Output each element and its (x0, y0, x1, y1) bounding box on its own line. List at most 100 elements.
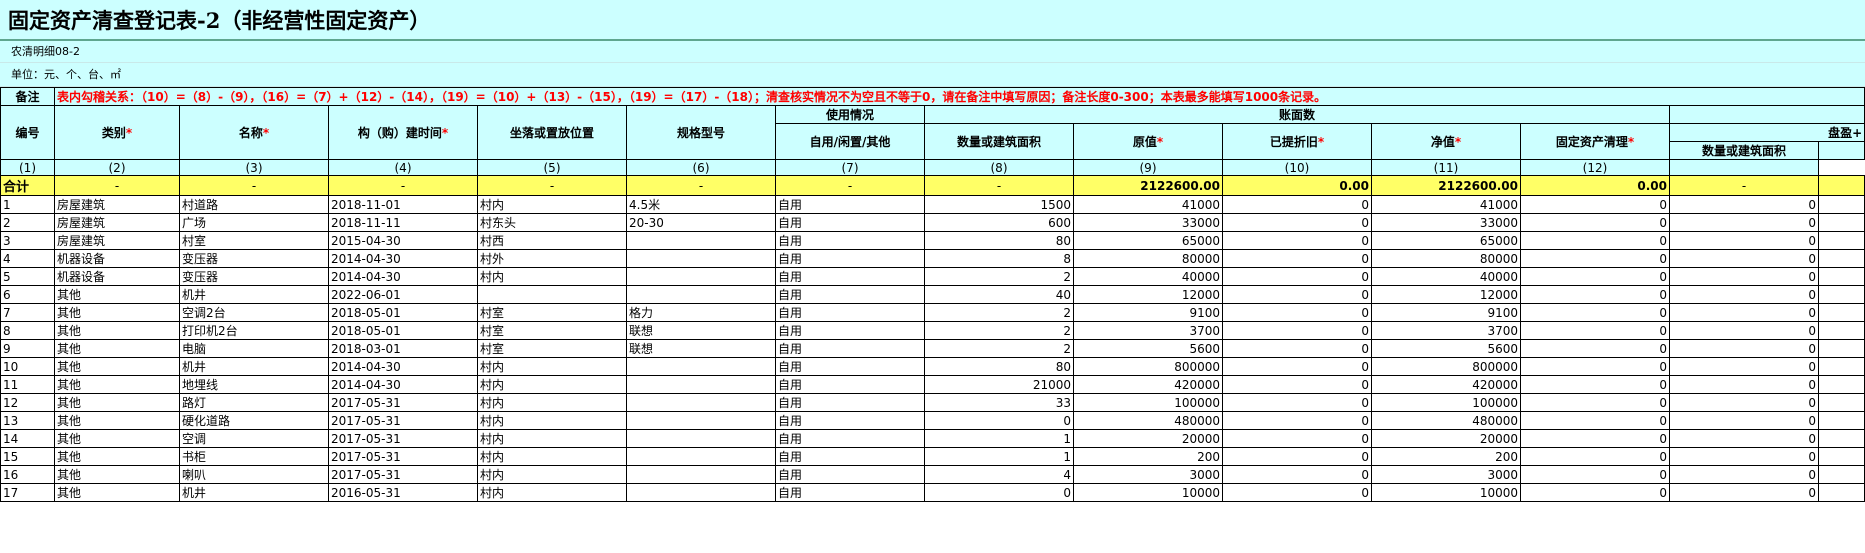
row-name[interactable]: 广场 (179, 213, 329, 232)
row-clearance[interactable]: 0 (1520, 483, 1670, 502)
row-clearance[interactable]: 0 (1520, 393, 1670, 412)
row-original[interactable]: 80000 (1073, 249, 1223, 268)
row-category[interactable]: 其他 (54, 321, 180, 340)
row-build-time[interactable]: 2016-05-31 (328, 483, 478, 502)
row-build-time[interactable]: 2017-05-31 (328, 447, 478, 466)
table-row[interactable]: 7 其他 空调2台 2018-05-01 村室 格力 自用 2 9100 0 9100 0 0 (0, 303, 1865, 322)
row-clearance[interactable]: 0 (1520, 411, 1670, 430)
row-name[interactable]: 变压器 (179, 249, 329, 268)
row-depreciation[interactable]: 0 (1222, 357, 1372, 376)
row-empty-cell[interactable] (1817, 375, 1865, 394)
row-build-time[interactable]: 2017-05-31 (328, 465, 478, 484)
row-surplus-quantity[interactable]: 0 (1669, 411, 1819, 430)
row-usage[interactable]: 自用 (775, 303, 925, 322)
row-surplus-quantity[interactable]: 0 (1669, 321, 1819, 340)
row-quantity[interactable]: 0 (924, 411, 1074, 430)
row-empty-cell[interactable] (1817, 429, 1865, 448)
row-location[interactable]: 村内 (477, 267, 627, 286)
row-no[interactable]: 9 (0, 339, 55, 358)
row-clearance[interactable]: 0 (1520, 357, 1670, 376)
row-category[interactable]: 其他 (54, 303, 180, 322)
row-usage[interactable]: 自用 (775, 375, 925, 394)
row-build-time[interactable]: 2015-04-30 (328, 231, 478, 250)
row-clearance[interactable]: 0 (1520, 465, 1670, 484)
row-depreciation[interactable]: 0 (1222, 213, 1372, 232)
row-no[interactable]: 12 (0, 393, 55, 412)
row-usage[interactable]: 自用 (775, 195, 925, 214)
row-usage[interactable]: 自用 (775, 339, 925, 358)
row-clearance[interactable]: 0 (1520, 213, 1670, 232)
row-original[interactable]: 40000 (1073, 267, 1223, 286)
row-spec[interactable] (626, 249, 776, 268)
row-no[interactable]: 16 (0, 465, 55, 484)
row-depreciation[interactable]: 0 (1222, 393, 1372, 412)
row-usage[interactable]: 自用 (775, 213, 925, 232)
row-no[interactable]: 11 (0, 375, 55, 394)
row-empty-cell[interactable] (1817, 393, 1865, 412)
row-clearance[interactable]: 0 (1520, 267, 1670, 286)
row-surplus-quantity[interactable]: 0 (1669, 249, 1819, 268)
row-location[interactable]: 村室 (477, 303, 627, 322)
row-net[interactable]: 65000 (1371, 231, 1521, 250)
row-category[interactable]: 其他 (54, 483, 180, 502)
row-original[interactable]: 420000 (1073, 375, 1223, 394)
row-empty-cell[interactable] (1817, 339, 1865, 358)
row-surplus-quantity[interactable]: 0 (1669, 393, 1819, 412)
row-depreciation[interactable]: 0 (1222, 429, 1372, 448)
row-location[interactable]: 村内 (477, 375, 627, 394)
row-depreciation[interactable]: 0 (1222, 411, 1372, 430)
row-surplus-quantity[interactable]: 0 (1669, 195, 1819, 214)
row-quantity[interactable]: 4 (924, 465, 1074, 484)
row-build-time[interactable]: 2018-11-01 (328, 195, 478, 214)
row-depreciation[interactable]: 0 (1222, 285, 1372, 304)
row-name[interactable]: 村室 (179, 231, 329, 250)
row-build-time[interactable]: 2018-05-01 (328, 321, 478, 340)
row-category[interactable]: 房屋建筑 (54, 195, 180, 214)
row-name[interactable]: 机井 (179, 483, 329, 502)
row-clearance[interactable]: 0 (1520, 429, 1670, 448)
row-clearance[interactable]: 0 (1520, 321, 1670, 340)
row-empty-cell[interactable] (1817, 285, 1865, 304)
row-clearance[interactable]: 0 (1520, 249, 1670, 268)
table-row[interactable]: 9 其他 电脑 2018-03-01 村室 联想 自用 2 5600 0 5600 0 0 (0, 339, 1865, 358)
row-location[interactable]: 村内 (477, 393, 627, 412)
row-location[interactable]: 村内 (477, 195, 627, 214)
row-depreciation[interactable]: 0 (1222, 303, 1372, 322)
row-spec[interactable] (626, 465, 776, 484)
table-row[interactable]: 17 其他 机井 2016-05-31 村内 自用 0 10000 0 10000 0 0 (0, 483, 1865, 502)
row-usage[interactable]: 自用 (775, 393, 925, 412)
row-spec[interactable] (626, 447, 776, 466)
row-original[interactable]: 800000 (1073, 357, 1223, 376)
row-usage[interactable]: 自用 (775, 285, 925, 304)
row-net[interactable]: 200 (1371, 447, 1521, 466)
row-no[interactable]: 10 (0, 357, 55, 376)
row-net[interactable]: 3000 (1371, 465, 1521, 484)
row-no[interactable]: 6 (0, 285, 55, 304)
row-category[interactable]: 房屋建筑 (54, 231, 180, 250)
row-category[interactable]: 其他 (54, 429, 180, 448)
row-empty-cell[interactable] (1817, 447, 1865, 466)
row-usage[interactable]: 自用 (775, 447, 925, 466)
row-surplus-quantity[interactable]: 0 (1669, 303, 1819, 322)
row-category[interactable]: 其他 (54, 465, 180, 484)
row-usage[interactable]: 自用 (775, 321, 925, 340)
row-quantity[interactable]: 1 (924, 429, 1074, 448)
row-original[interactable]: 65000 (1073, 231, 1223, 250)
row-surplus-quantity[interactable]: 0 (1669, 429, 1819, 448)
row-build-time[interactable]: 2014-04-30 (328, 357, 478, 376)
row-location[interactable]: 村内 (477, 429, 627, 448)
row-depreciation[interactable]: 0 (1222, 231, 1372, 250)
row-depreciation[interactable]: 0 (1222, 267, 1372, 286)
row-no[interactable]: 8 (0, 321, 55, 340)
table-row[interactable]: 8 其他 打印机2台 2018-05-01 村室 联想 自用 2 3700 0 3700 0 0 (0, 321, 1865, 340)
row-category[interactable]: 其他 (54, 339, 180, 358)
row-build-time[interactable]: 2014-04-30 (328, 375, 478, 394)
row-depreciation[interactable]: 0 (1222, 465, 1372, 484)
row-empty-cell[interactable] (1817, 249, 1865, 268)
row-name[interactable]: 硬化道路 (179, 411, 329, 430)
row-category[interactable]: 其他 (54, 411, 180, 430)
row-name[interactable]: 空调2台 (179, 303, 329, 322)
row-category[interactable]: 其他 (54, 375, 180, 394)
row-original[interactable]: 20000 (1073, 429, 1223, 448)
row-quantity[interactable]: 2 (924, 303, 1074, 322)
